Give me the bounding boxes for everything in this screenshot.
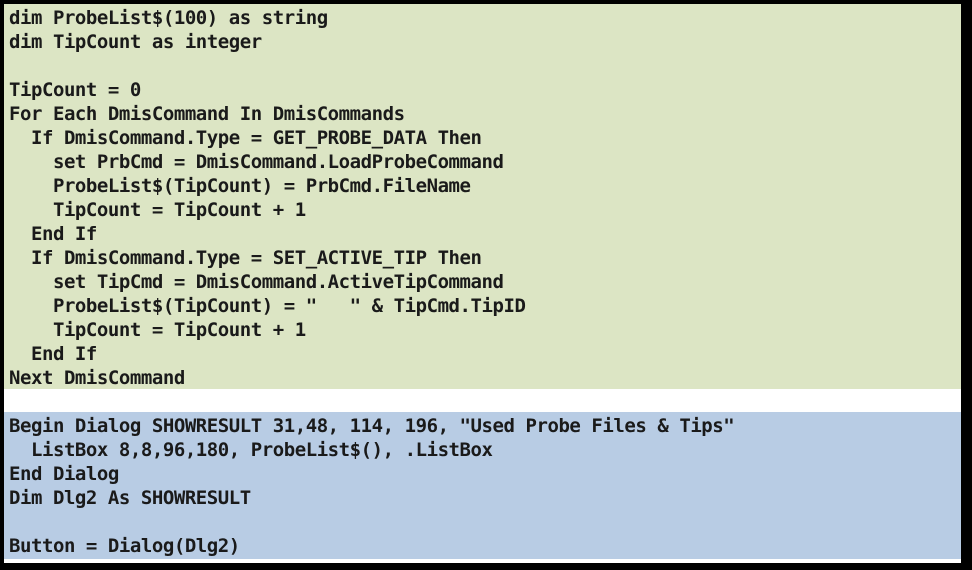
code-line: dim ProbeList$(100) as string	[9, 7, 328, 29]
code-line: If DmisCommand.Type = SET_ACTIVE_TIP The…	[9, 247, 482, 269]
code-line: TipCount = TipCount + 1	[9, 319, 306, 341]
code-line: set PrbCmd = DmisCommand.LoadProbeComman…	[9, 151, 504, 173]
code-line: dim TipCount as integer	[9, 31, 262, 53]
code-line: ListBox 8,8,96,180, ProbeList$(), .ListB…	[9, 439, 493, 461]
code-line: Button = Dialog(Dlg2)	[9, 535, 240, 557]
code-line: Dim Dlg2 As SHOWRESULT	[9, 487, 251, 509]
code-block-probe-collection-loop: dim ProbeList$(100) as string dim TipCoun…	[4, 4, 961, 389]
code-line: TipCount = TipCount + 1	[9, 199, 306, 221]
code-line: ProbeList$(TipCount) = " " & TipCmd.TipI…	[9, 295, 526, 317]
code-listing-figure: dim ProbeList$(100) as string dim TipCoun…	[0, 0, 972, 570]
code-line: ProbeList$(TipCount) = PrbCmd.FileName	[9, 175, 471, 197]
code-line: TipCount = 0	[9, 79, 141, 101]
code-line: For Each DmisCommand In DmisCommands	[9, 103, 405, 125]
code-block-show-result-dialog: Begin Dialog SHOWRESULT 31,48, 114, 196,…	[4, 412, 961, 559]
code-line: If DmisCommand.Type = GET_PROBE_DATA The…	[9, 127, 482, 149]
code-page: dim ProbeList$(100) as string dim TipCoun…	[4, 4, 961, 563]
code-line: End If	[9, 223, 97, 245]
code-line: End If	[9, 343, 97, 365]
code-line: End Dialog	[9, 463, 119, 485]
code-line: Next DmisCommand	[9, 367, 185, 389]
code-line: Begin Dialog SHOWRESULT 31,48, 114, 196,…	[9, 415, 735, 437]
code-line: set TipCmd = DmisCommand.ActiveTipComman…	[9, 271, 504, 293]
